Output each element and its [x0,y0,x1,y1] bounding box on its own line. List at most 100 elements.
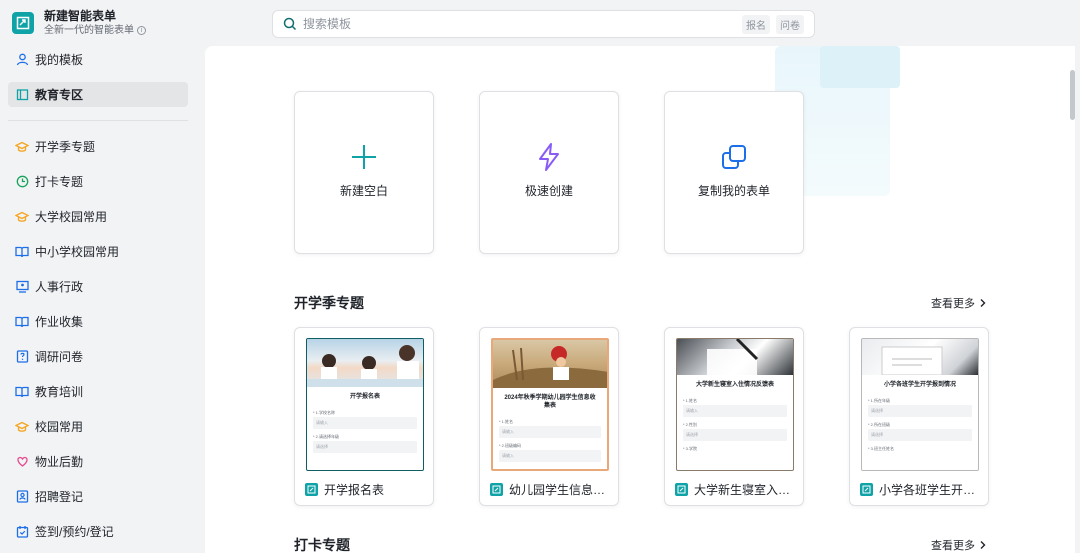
sidebar-item-back-to-school[interactable]: 开学季专题 [8,134,188,159]
search-tag-signup[interactable]: 报名 [742,14,770,34]
sidebar-item-label: 教育培训 [35,385,84,399]
sidebar-item-k12[interactable]: 中小学校园常用 [8,239,188,264]
preview-field: 请选择 [313,441,417,453]
sidebar-item-survey[interactable]: 调研问卷 [8,344,188,369]
graduation-cap-icon [15,420,29,434]
search-input[interactable] [303,17,736,31]
template-preview: 小学各班学生开学报到情况 * 1.所在年级 请选择 * 2.所在班级 请选择 *… [861,338,979,471]
main-panel: 新建空白 极速创建 复制我的表单 开学季专题 查看更多 开学报名表 * 1.学校… [205,46,1075,553]
create-blank-label: 新建空白 [339,184,388,198]
app-header: 新建智能表单 全新一代的智能表单 i [0,0,205,46]
section-title-back-to-school: 开学季专题 [294,295,364,311]
preview-question: * 2.所在班级 [868,422,891,427]
template-footer: 大学新生寝室入住... [675,481,797,497]
info-icon[interactable]: i [137,26,146,35]
app-subtitle-text: 全新一代的智能表单 [44,24,134,36]
preview-form: 开学报名表 * 1.学校名称 请输入 * 2.请选择年级 请选择 [307,387,423,453]
sidebar-item-label: 物业后勤 [35,455,84,469]
template-footer: 小学各班学生开学... [860,481,982,497]
preview-question: * 2.性别 [683,422,698,427]
document-photo [677,339,793,375]
kindergarten-photo [493,340,607,388]
heart-service-icon [15,455,29,469]
preview-field: 请选择 [868,429,972,441]
create-blank-card[interactable]: 新建空白 [294,91,434,254]
see-more-link[interactable]: 查看更多 [931,537,988,553]
template-card[interactable]: 开学报名表 * 1.学校名称 请输入 * 2.请选择年级 请选择 开学报名表 [294,327,434,506]
preview-title: 2024年秋季学期幼儿园学生信息收集表 [504,395,596,409]
sidebar-item-label: 调研问卷 [35,350,84,364]
template-footer: 幼儿园学生信息收集 [490,481,612,497]
open-book-icon [15,385,29,399]
see-more-link[interactable]: 查看更多 [931,295,988,311]
see-more-label: 查看更多 [931,540,975,552]
sidebar-item-label: 开学季专题 [35,140,96,154]
survey-icon [15,350,29,364]
open-book-icon [15,245,29,259]
lightning-icon [534,142,564,172]
preview-title: 开学报名表 [349,394,380,400]
preview-question: * 1.姓名 [683,398,698,403]
user-icon [15,53,29,67]
form-logo-icon [12,12,34,34]
template-name: 开学报名表 [324,482,385,497]
template-name: 小学各班学生开学... [879,482,982,497]
sidebar-item-label: 中小学校园常用 [35,245,120,259]
preview-question: * 2.班级编码 [499,443,522,448]
copy-my-form-label: 复制我的表单 [697,184,770,198]
chevron-right-icon [980,541,986,549]
preview-field: 请输入 [313,417,417,429]
sidebar-item-property[interactable]: 物业后勤 [8,449,188,474]
app-subtitle: 全新一代的智能表单 i [44,24,146,38]
sidebar-item-recruit[interactable]: 招聘登记 [8,484,188,509]
template-preview: 大学新生寝室入住情况反馈表 * 1.姓名 请输入 * 2.性别 请选择 * 3.… [676,338,794,471]
sidebar-item-university[interactable]: 大学校园常用 [8,204,188,229]
app-title: 新建智能表单 [44,8,117,23]
plus-icon [349,142,379,172]
sidebar-divider [8,120,188,121]
sidebar-item-signin[interactable]: 签到/预约/登记 [8,519,188,544]
sidebar-item-training[interactable]: 教育培训 [8,379,188,404]
clock-icon [15,175,29,189]
template-preview: 2024年秋季学期幼儿园学生信息收集表 * 1.姓名 请输入 * 2.班级编码 … [491,338,609,471]
scrollbar[interactable] [1070,46,1075,553]
search-bar[interactable]: 报名 问卷 [272,10,815,38]
sidebar-item-education[interactable]: 教育专区 [8,82,188,107]
calendar-check-icon [15,525,29,539]
classroom-photo [307,339,423,387]
form-icon [490,482,503,496]
id-card-icon [15,490,29,504]
sidebar-item-checkin[interactable]: 打卡专题 [8,169,188,194]
preview-question: * 1.所在年级 [868,398,891,403]
form-icon [860,482,873,496]
sidebar-item-homework[interactable]: 作业收集 [8,309,188,334]
copy-icon [719,142,749,172]
search-tag-survey[interactable]: 问卷 [776,14,804,34]
signing-photo [862,339,978,376]
sidebar-item-campus[interactable]: 校园常用 [8,414,188,439]
template-name: 幼儿园学生信息收集 [509,482,612,497]
preview-form: 2024年秋季学期幼儿园学生信息收集表 * 1.姓名 请输入 * 2.班级编码 … [493,388,607,462]
book-icon [15,88,29,102]
monitor-user-icon [15,280,29,294]
preview-field: 请输入 [683,405,787,417]
template-card[interactable]: 大学新生寝室入住情况反馈表 * 1.姓名 请输入 * 2.性别 请选择 * 3.… [664,327,804,506]
quick-create-card[interactable]: 极速创建 [479,91,619,254]
sidebar-item-hr-admin[interactable]: 人事行政 [8,274,188,299]
graduation-cap-icon [15,210,29,224]
template-footer: 开学报名表 [305,481,427,497]
template-preview: 开学报名表 * 1.学校名称 请输入 * 2.请选择年级 请选择 [306,338,424,471]
preview-question: * 1.姓名 [499,419,514,424]
copy-my-form-card[interactable]: 复制我的表单 [664,91,804,254]
sidebar-item-label: 签到/预约/登记 [35,525,114,539]
template-card[interactable]: 小学各班学生开学报到情况 * 1.所在年级 请选择 * 2.所在班级 请选择 *… [849,327,989,506]
sidebar-item-label: 人事行政 [35,280,84,294]
sidebar-item-label: 大学校园常用 [35,210,108,224]
sidebar-item-my-templates[interactable]: 我的模板 [8,47,188,72]
sidebar-item-label: 我的模板 [35,53,84,67]
template-card[interactable]: 2024年秋季学期幼儿园学生信息收集表 * 1.姓名 请输入 * 2.班级编码 … [479,327,619,506]
scrollbar-thumb[interactable] [1070,70,1075,120]
search-icon [283,17,297,31]
sidebar-item-label: 招聘登记 [35,490,84,504]
preview-title: 大学新生寝室入住情况反馈表 [695,382,774,388]
